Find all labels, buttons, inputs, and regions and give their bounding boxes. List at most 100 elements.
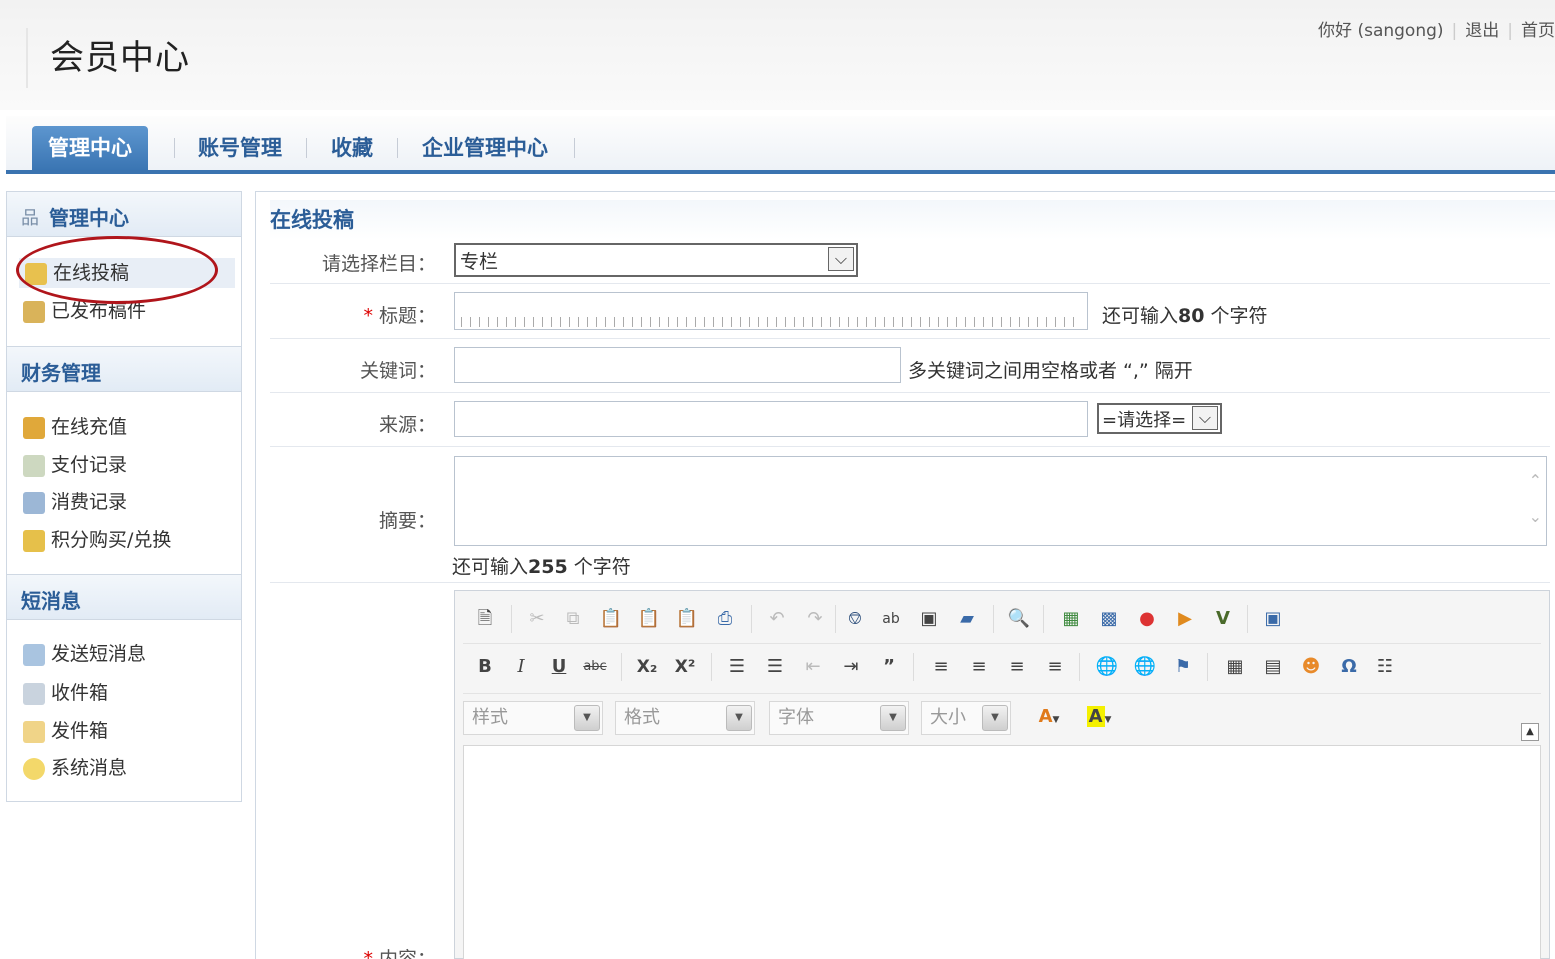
- media-icon[interactable]: ▶: [1171, 605, 1199, 633]
- chevron-down-icon: ▼: [574, 705, 600, 731]
- scroll-down-icon[interactable]: ⌄: [1529, 507, 1542, 526]
- font-combo-label: 字体: [778, 707, 814, 728]
- paste-icon[interactable]: 📋: [597, 605, 625, 633]
- sidebar-item-label: 在线充值: [51, 416, 128, 438]
- align-left-icon[interactable]: ≡: [927, 653, 955, 681]
- paste-word-icon[interactable]: 📋: [673, 605, 701, 633]
- keywords-input[interactable]: [454, 347, 901, 383]
- summary-label: 摘要：: [378, 510, 436, 532]
- toolbar-row-1: 🗎 ✂ ⧉ 📋 📋 📋 ⎙ ↶ ↷ ⎊ ab ▣ ▰ 🔍 ▦ ▩ ● ▶ V ▣: [465, 605, 1545, 645]
- align-right-icon[interactable]: ≡: [1003, 653, 1031, 681]
- sidebar-item-send-message[interactable]: 发送短消息: [23, 639, 146, 669]
- preview-icon[interactable]: 🔍: [1005, 605, 1033, 633]
- title-char-hint: 还可输入80 个字符: [1102, 305, 1268, 327]
- sidebar-section-messages: 短消息: [7, 574, 241, 620]
- lightbulb-icon: [23, 757, 45, 780]
- content-edit-area[interactable]: [463, 745, 1541, 959]
- sidebar-item-recharge[interactable]: 在线充值: [23, 412, 127, 442]
- blockquote-icon[interactable]: ”: [875, 653, 903, 681]
- content-label: * 内容：: [280, 944, 436, 959]
- outdent-icon[interactable]: ⇤: [799, 653, 827, 681]
- superscript-icon[interactable]: X²: [671, 653, 699, 681]
- smiley-icon[interactable]: ☻: [1297, 653, 1325, 681]
- sidebar-item-consumption[interactable]: 消费记录: [23, 487, 127, 517]
- strikethrough-icon[interactable]: abc: [581, 653, 609, 681]
- tab-enterprise[interactable]: 企业管理中心: [406, 126, 564, 170]
- justify-icon[interactable]: ≡: [1041, 653, 1069, 681]
- replace-icon[interactable]: ab: [877, 605, 905, 633]
- image-icon[interactable]: ▦: [1057, 605, 1085, 633]
- format-combo[interactable]: 格式 ▼: [615, 701, 755, 735]
- sidebar-item-label: 支付记录: [51, 454, 128, 476]
- horizontal-rule-icon[interactable]: ▤: [1259, 653, 1287, 681]
- source-icon[interactable]: 🗎: [471, 605, 499, 633]
- points-icon: [23, 529, 45, 552]
- ordered-list-icon[interactable]: ☰: [723, 653, 751, 681]
- chevron-down-icon: ▼: [726, 705, 752, 731]
- outbox-icon: [23, 720, 45, 743]
- rich-text-editor: 🗎 ✂ ⧉ 📋 📋 📋 ⎙ ↶ ↷ ⎊ ab ▣ ▰ 🔍 ▦ ▩ ● ▶ V ▣…: [454, 590, 1550, 959]
- font-color-icon[interactable]: A▼: [1029, 703, 1069, 731]
- redo-icon[interactable]: ↷: [801, 605, 829, 633]
- flash-icon[interactable]: ●: [1133, 605, 1161, 633]
- sidebar-item-points[interactable]: 积分购买/兑换: [23, 525, 171, 555]
- bold-icon[interactable]: B: [471, 653, 499, 681]
- find-icon[interactable]: ⎊: [841, 605, 869, 633]
- tab-favorites[interactable]: 收藏: [315, 126, 389, 170]
- video-icon[interactable]: V: [1209, 605, 1237, 633]
- sidebar-item-label: 收件箱: [51, 682, 109, 704]
- sidebar-item-system-messages[interactable]: 系统消息: [23, 753, 127, 783]
- source-select[interactable]: =请选择= ⌵: [1097, 403, 1222, 434]
- toolbar-collapse-icon[interactable]: ▲: [1521, 723, 1539, 741]
- print-icon[interactable]: ⎙: [711, 605, 739, 633]
- undo-icon[interactable]: ↶: [763, 605, 791, 633]
- background-color-icon[interactable]: A ▼: [1079, 703, 1119, 731]
- page-break-icon[interactable]: ☷: [1371, 653, 1399, 681]
- sidebar-item-outbox[interactable]: 发件箱: [23, 716, 108, 746]
- italic-icon[interactable]: I: [507, 653, 535, 681]
- title-label-text: 标题：: [378, 305, 436, 327]
- select-all-icon[interactable]: ▣: [915, 605, 943, 633]
- underline-icon[interactable]: U: [545, 653, 573, 681]
- content-label-text: 内容：: [378, 948, 436, 959]
- sidebar-section-admin: 品 管理中心: [7, 191, 241, 237]
- maximize-icon[interactable]: ▣: [1259, 605, 1287, 633]
- style-combo[interactable]: 样式 ▼: [463, 701, 603, 735]
- source-input[interactable]: [454, 401, 1088, 437]
- scroll-up-icon[interactable]: ⌃: [1529, 471, 1542, 490]
- sidebar-item-label: 消费记录: [51, 491, 128, 513]
- sidebar-item-payments[interactable]: 支付记录: [23, 450, 127, 480]
- source-label: 来源：: [378, 414, 436, 436]
- align-center-icon[interactable]: ≡: [965, 653, 993, 681]
- subscript-icon[interactable]: X₂: [633, 653, 661, 681]
- copy-icon[interactable]: ⧉: [559, 605, 587, 633]
- unlink-icon[interactable]: 🌐: [1131, 653, 1159, 681]
- link-icon[interactable]: 🌐: [1093, 653, 1121, 681]
- eraser-icon[interactable]: ▰: [953, 605, 981, 633]
- tab-account[interactable]: 账号管理: [182, 126, 298, 170]
- anchor-flag-icon[interactable]: ⚑: [1169, 653, 1197, 681]
- category-label: 请选择栏目：: [321, 253, 436, 275]
- summary-textarea[interactable]: ⌃ ⌄: [454, 456, 1547, 546]
- form-header: 在线投稿: [270, 200, 1555, 240]
- bullet-list-icon[interactable]: ☰: [761, 653, 789, 681]
- home-link[interactable]: 首页: [1521, 21, 1555, 41]
- sidebar-item-inbox[interactable]: 收件箱: [23, 678, 108, 708]
- toolbar-row-2: B I U abc X₂ X² ☰ ☰ ⇤ ⇥ ” ≡ ≡ ≡ ≡ 🌐 🌐 ⚑ …: [465, 653, 1545, 693]
- chevron-down-icon: ⌵: [828, 247, 854, 271]
- category-select[interactable]: 专栏 ⌵: [454, 243, 858, 277]
- chevron-down-icon: ▼: [880, 705, 906, 731]
- logout-link[interactable]: 退出: [1465, 21, 1499, 41]
- paste-text-icon[interactable]: 📋: [635, 605, 663, 633]
- indent-icon[interactable]: ⇥: [837, 653, 865, 681]
- multi-image-icon[interactable]: ▩: [1095, 605, 1123, 633]
- table-icon[interactable]: ▦: [1221, 653, 1249, 681]
- sidebar-section-title: 财务管理: [21, 361, 101, 385]
- coins-icon: [23, 416, 45, 439]
- title-input[interactable]: [454, 292, 1088, 330]
- font-combo[interactable]: 字体 ▼: [769, 701, 909, 735]
- cut-icon[interactable]: ✂: [523, 605, 551, 633]
- tab-admin-center[interactable]: 管理中心: [32, 126, 148, 170]
- size-combo[interactable]: 大小 ▼: [921, 701, 1011, 735]
- special-char-icon[interactable]: Ω: [1335, 653, 1363, 681]
